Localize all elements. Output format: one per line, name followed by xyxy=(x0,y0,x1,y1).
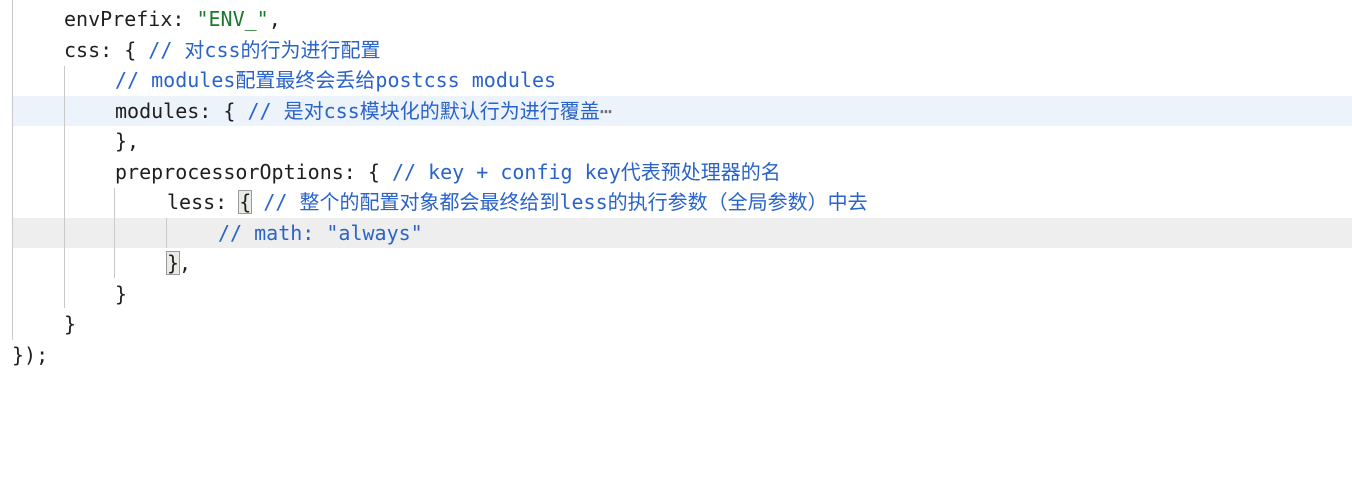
punctuation: }); xyxy=(12,343,49,367)
comment: // 对css的行为进行配置 xyxy=(148,38,381,62)
punctuation: } xyxy=(115,282,128,306)
matched-bracket-open: { xyxy=(238,190,253,214)
comment: // 是对css模块化的默认行为进行覆盖 xyxy=(247,99,600,123)
string-literal: "ENV_" xyxy=(196,7,269,31)
property-name: modules xyxy=(115,99,200,123)
code-editor[interactable]: envPrefix: "ENV_", css: { // 对css的行为进行配置… xyxy=(0,0,1352,482)
code-line[interactable]: } xyxy=(0,309,1352,339)
code-line[interactable]: } xyxy=(0,279,1352,309)
property-name: css xyxy=(64,38,101,62)
separator: : { xyxy=(343,160,392,184)
code-line[interactable]: }, xyxy=(0,248,1352,278)
comment: // key + config key代表预处理器的名 xyxy=(391,160,781,184)
code-line[interactable]: // math: "always" xyxy=(0,218,1352,248)
separator: : xyxy=(215,190,240,214)
comment: // math: "always" xyxy=(218,221,423,245)
comment: // modules配置最终会丢给postcss modules xyxy=(115,68,557,92)
folded-region-icon[interactable]: ⋯ xyxy=(600,99,612,123)
punctuation: } xyxy=(64,312,77,336)
code-line[interactable]: envPrefix: "ENV_", xyxy=(0,4,1352,34)
code-line[interactable]: less: { // 整个的配置对象都会最终给到less的执行参数（全局参数）中… xyxy=(0,187,1352,217)
punctuation: , xyxy=(179,251,192,275)
punctuation: }, xyxy=(115,129,140,153)
code-line[interactable]: }, xyxy=(0,126,1352,156)
punctuation: , xyxy=(268,7,281,31)
code-line[interactable]: modules: { // 是对css模块化的默认行为进行覆盖⋯ xyxy=(0,96,1352,126)
code-line[interactable]: // modules配置最终会丢给postcss modules xyxy=(0,65,1352,95)
matched-bracket-close: } xyxy=(165,251,181,275)
comment: // 整个的配置对象都会最终给到less的执行参数（全局参数）中去 xyxy=(251,190,868,214)
code-line[interactable]: css: { // 对css的行为进行配置 xyxy=(0,35,1352,65)
separator: : { xyxy=(199,99,248,123)
separator: : xyxy=(172,7,197,31)
code-line[interactable]: }); xyxy=(0,340,1352,370)
code-line[interactable]: preprocessorOptions: { // key + config k… xyxy=(0,157,1352,187)
property-name: preprocessorOptions xyxy=(115,160,344,184)
separator: : { xyxy=(100,38,149,62)
property-name: less xyxy=(167,190,216,214)
property-name: envPrefix xyxy=(64,7,173,31)
